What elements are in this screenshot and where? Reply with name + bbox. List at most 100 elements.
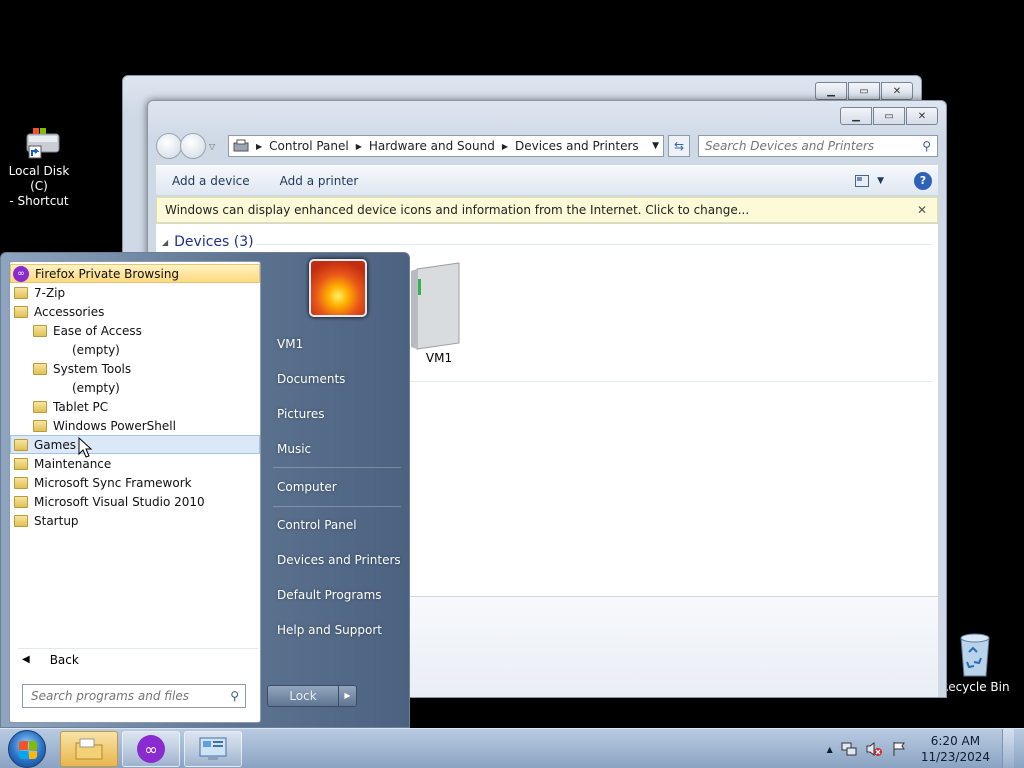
breadcrumb-arrow-icon[interactable]: ▶ — [253, 142, 265, 151]
start-button[interactable] — [8, 730, 46, 768]
recent-pages-chevron-icon[interactable]: ▽ — [209, 142, 215, 151]
program-label: Ease of Access — [53, 323, 142, 338]
start-link-devices-printers[interactable]: Devices and Printers — [277, 553, 401, 567]
start-link-default-programs[interactable]: Default Programs — [277, 588, 382, 602]
folder-icon — [14, 514, 28, 527]
program-folder-accessories[interactable]: Accessories — [10, 302, 260, 321]
network-icon[interactable] — [841, 741, 857, 757]
close-button[interactable]: ✕ — [906, 107, 938, 125]
breadcrumb-hardware-sound[interactable]: Hardware and Sound — [365, 139, 499, 153]
refresh-icon: ⇆ — [673, 139, 685, 153]
folder-icon — [14, 305, 28, 318]
view-icon — [855, 174, 870, 187]
shutdown-options-arrow-icon[interactable]: ▶ — [338, 686, 356, 706]
help-icon[interactable]: ? — [914, 171, 932, 190]
program-folder-ease-of-access[interactable]: Ease of Access — [10, 321, 260, 340]
program-empty: (empty) — [10, 340, 260, 359]
program-folder-startup[interactable]: Startup — [10, 511, 260, 530]
mouse-cursor-icon — [78, 437, 93, 458]
back-nav-button[interactable] — [156, 133, 182, 159]
address-bar[interactable]: ▶ Control Panel ▶ Hardware and Sound ▶ D… — [228, 135, 664, 157]
search-icon[interactable]: ⚲ — [922, 139, 931, 153]
info-bar-text[interactable]: Windows can display enhanced device icon… — [165, 203, 749, 217]
search-icon[interactable]: ⚲ — [230, 689, 239, 703]
view-options-button[interactable]: ▼ — [855, 174, 884, 187]
program-folder-tablet-pc[interactable]: Tablet PC — [10, 397, 260, 416]
collapse-icon[interactable]: ◢ — [162, 238, 168, 247]
breadcrumb-arrow-icon[interactable]: ▶ — [499, 142, 511, 151]
program-firefox-private[interactable]: ∞ Firefox Private Browsing — [10, 264, 260, 283]
desktop-icon-local-disk[interactable]: Local Disk (C) - Shortcut — [0, 126, 78, 209]
start-link-music[interactable]: Music — [277, 442, 311, 456]
program-search-box[interactable]: ⚲ — [22, 684, 246, 708]
volume-muted-icon[interactable] — [865, 741, 883, 757]
start-menu[interactable]: ∞ Firefox Private Browsing 7-Zip Accesso… — [0, 252, 410, 728]
program-label: Tablet PC — [53, 399, 109, 414]
program-folder-system-tools[interactable]: System Tools — [10, 359, 260, 378]
program-search-input[interactable] — [23, 689, 231, 703]
explorer-search-box[interactable]: ⚲ — [698, 135, 938, 157]
start-link-documents[interactable]: Documents — [277, 372, 345, 386]
show-desktop-button[interactable] — [1002, 729, 1014, 768]
forward-nav-button[interactable] — [180, 133, 206, 159]
lock-button[interactable]: Lock — [268, 686, 338, 706]
action-center-flag-icon[interactable] — [891, 741, 907, 757]
view-dropdown-icon[interactable]: ▼ — [877, 176, 884, 186]
back-label: Back — [49, 652, 79, 667]
close-button[interactable]: ✕ — [881, 82, 913, 100]
program-label: Microsoft Visual Studio 2010 — [34, 494, 205, 509]
program-label: Maintenance — [34, 456, 112, 471]
programs-list: ∞ Firefox Private Browsing 7-Zip Accesso… — [9, 261, 261, 723]
add-printer-button[interactable]: Add a printer — [280, 174, 359, 188]
taskbar-explorer-button[interactable] — [60, 731, 118, 767]
address-dropdown-icon[interactable]: ▼ — [652, 141, 659, 151]
show-hidden-icons-arrow-icon[interactable]: ▲ — [827, 745, 833, 754]
breadcrumb-control-panel[interactable]: Control Panel — [265, 139, 353, 153]
minimize-button[interactable]: ▁ — [840, 107, 872, 125]
start-link-computer[interactable]: Computer — [277, 480, 337, 494]
devices-printers-icon — [233, 139, 249, 152]
program-label: Startup — [34, 513, 79, 528]
maximize-button[interactable]: ▭ — [873, 107, 905, 125]
start-link-help-support[interactable]: Help and Support — [277, 623, 382, 637]
breadcrumb-devices-printers[interactable]: Devices and Printers — [511, 139, 643, 153]
start-link-control-panel[interactable]: Control Panel — [277, 518, 357, 532]
window-controls: ▁ ▭ ✕ — [840, 107, 938, 125]
info-bar[interactable]: Windows can display enhanced device icon… — [156, 197, 938, 223]
navigation-bar: ▽ ▶ Control Panel ▶ Hardware and Sound ▶… — [156, 131, 938, 161]
right-pane-divider — [273, 467, 401, 468]
program-folder-sync-framework[interactable]: Microsoft Sync Framework — [10, 473, 260, 492]
program-label: System Tools — [53, 361, 132, 376]
start-link-pictures[interactable]: Pictures — [277, 407, 325, 421]
program-folder-visual-studio[interactable]: Microsoft Visual Studio 2010 — [10, 492, 260, 511]
close-icon[interactable]: ✕ — [917, 203, 927, 217]
program-folder-maintenance[interactable]: Maintenance — [10, 454, 260, 473]
folder-icon — [14, 457, 28, 470]
devices-group-header[interactable]: ◢ Devices (3) — [162, 234, 254, 250]
group-divider — [256, 244, 932, 245]
explorer-search-input[interactable] — [699, 139, 923, 153]
taskbar: ∞ ▲ 6:20 AM 11/23/2024 — [0, 728, 1024, 768]
device-item-vm1[interactable]: VM1 — [404, 259, 474, 365]
minimize-button[interactable]: ▁ — [815, 82, 847, 100]
maximize-button[interactable]: ▭ — [848, 82, 880, 100]
refresh-button[interactable]: ⇆ — [668, 135, 690, 157]
back-button[interactable]: ◀ Back — [18, 648, 258, 670]
program-folder-powershell[interactable]: Windows PowerShell — [10, 416, 260, 435]
system-tray: ▲ 6:20 AM 11/23/2024 — [827, 729, 1024, 768]
clock-date: 11/23/2024 — [920, 750, 990, 764]
breadcrumb-arrow-icon[interactable]: ▶ — [353, 142, 365, 151]
desktop-icon-recycle-bin[interactable]: Recycle Bin — [940, 632, 1010, 695]
section-divider — [406, 381, 932, 382]
taskbar-firefox-private-button[interactable]: ∞ — [122, 731, 180, 767]
program-folder-games[interactable]: Games — [10, 435, 260, 454]
program-folder-7zip[interactable]: 7-Zip — [10, 283, 260, 302]
add-device-button[interactable]: Add a device — [172, 174, 250, 188]
drive-shortcut-icon — [26, 128, 60, 159]
start-link-user[interactable]: VM1 — [277, 337, 303, 351]
user-picture-avatar[interactable] — [309, 259, 367, 317]
clock[interactable]: 6:20 AM 11/23/2024 — [921, 733, 990, 765]
taskbar-control-panel-button[interactable] — [184, 731, 242, 767]
recycle-bin-icon — [960, 633, 990, 677]
start-right-pane: VM1 Documents Pictures Music Computer Co… — [267, 253, 407, 727]
